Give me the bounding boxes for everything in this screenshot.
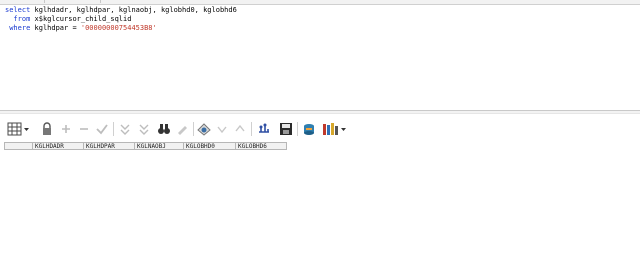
chart-books-dropdown-icon[interactable]	[322, 122, 348, 136]
query-by-example-icon[interactable]	[197, 122, 211, 136]
sql-keyword: select	[5, 6, 35, 14]
filter-icon[interactable]	[118, 122, 132, 136]
column-header[interactable]: KGLOBHD6	[236, 142, 287, 150]
save-disk-icon[interactable]	[279, 122, 293, 136]
grid-dropdown-icon[interactable]	[7, 122, 31, 136]
post-changes-icon[interactable]	[95, 122, 109, 136]
delete-record-icon[interactable]	[77, 122, 91, 136]
column-header[interactable]: KGLNAOBJ	[135, 142, 184, 150]
row-indicator-header	[4, 142, 33, 150]
pane-splitter[interactable]	[0, 110, 640, 114]
editor-tab[interactable]	[0, 0, 45, 3]
toolbar-separator	[193, 122, 194, 136]
lock-icon[interactable]	[40, 122, 54, 136]
toolbar-separator	[113, 122, 114, 136]
sql-string: '00000000754453B8'	[80, 24, 157, 32]
add-record-icon[interactable]	[59, 122, 73, 136]
sql-keyword: from	[5, 15, 35, 23]
toolbar-separator	[297, 122, 298, 136]
sql-text: kglhdadr, kglhdpar, kglnaobj, kglobhd0, …	[34, 6, 237, 14]
toolbar-separator	[251, 122, 252, 136]
sql-text: x$kglcursor_child_sqlid	[34, 15, 132, 23]
sql-line: select kglhdadr, kglhdpar, kglnaobj, kgl…	[5, 6, 237, 15]
sql-line: from x$kglcursor_child_sqlid	[5, 15, 131, 24]
column-header[interactable]: KGLHDADR	[33, 142, 84, 150]
sql-line: where kglhdpar = '00000000754453B8'	[5, 24, 157, 33]
sql-editor[interactable]: select kglhdadr, kglhdpar, kglnaobj, kgl…	[0, 5, 640, 109]
editor-tab[interactable]	[44, 0, 101, 3]
filter-clear-icon[interactable]	[137, 122, 151, 136]
sql-keyword: where	[5, 24, 35, 32]
clear-icon[interactable]	[175, 122, 189, 136]
nav-down-icon[interactable]	[215, 122, 229, 136]
record-db-icon[interactable]	[302, 122, 316, 136]
column-header[interactable]: KGLHDPAR	[84, 142, 135, 150]
nav-up-icon[interactable]	[233, 122, 247, 136]
column-header[interactable]: KGLOBHD0	[184, 142, 236, 150]
find-binoculars-icon[interactable]	[157, 122, 171, 136]
result-toolbar	[0, 118, 640, 142]
export-connect-icon[interactable]	[257, 122, 271, 136]
sql-text: kglhdpar =	[34, 24, 81, 32]
